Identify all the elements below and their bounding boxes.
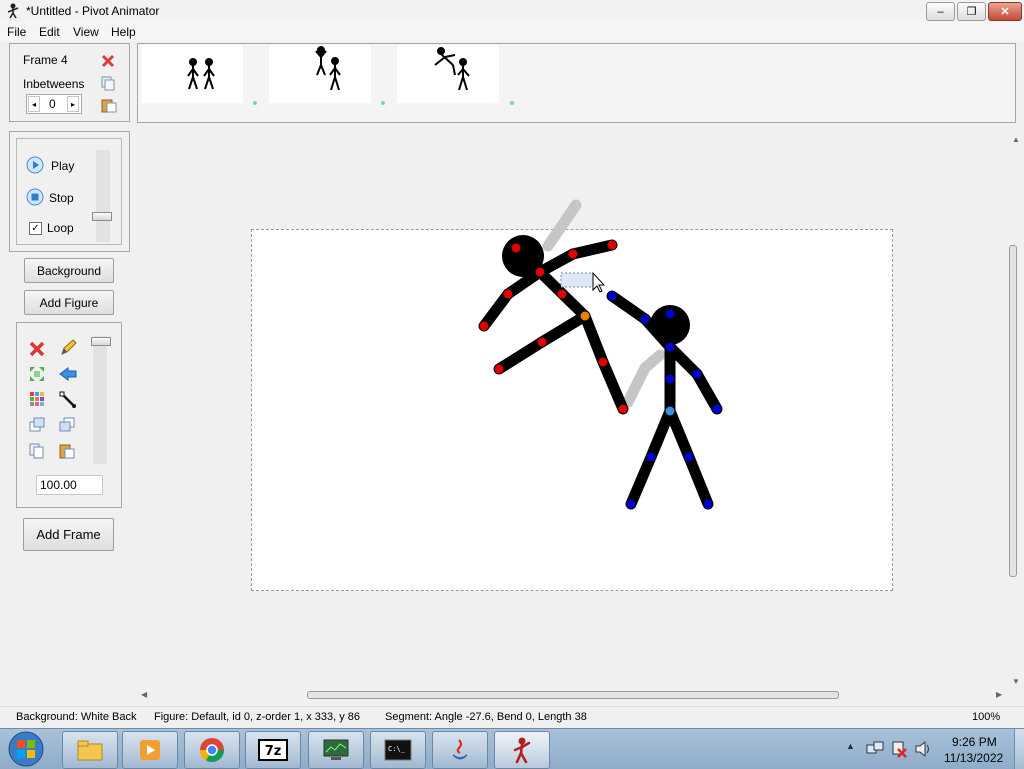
horizontal-scrollbar[interactable]: ◀ ▶ [137, 689, 1008, 704]
action-center-icon[interactable] [890, 740, 908, 758]
pivot-app-icon [513, 737, 531, 764]
clock-date[interactable]: 11/13/2022 [944, 751, 1003, 765]
joint-handle[interactable] [692, 369, 702, 379]
joint-handle[interactable] [557, 289, 567, 299]
center-joint-handle[interactable] [580, 311, 590, 321]
show-desktop-button[interactable] [1014, 729, 1024, 769]
scroll-left-icon[interactable]: ◀ [141, 690, 147, 699]
joint-handle[interactable] [503, 289, 513, 299]
7zip-icon: 7z [258, 739, 288, 761]
joint-handle[interactable] [479, 321, 489, 331]
monitor-icon [323, 739, 349, 760]
vertical-scroll-thumb[interactable] [1009, 245, 1017, 577]
stage-figures [478, 199, 723, 510]
joint-handle[interactable] [646, 452, 656, 462]
taskbar-7zip[interactable]: 7z [245, 731, 301, 769]
status-segment: Segment: Angle -27.6, Bend 0, Length 38 [385, 711, 587, 723]
media-player-icon [140, 740, 160, 760]
red-stick-figure[interactable] [478, 235, 629, 415]
joint-handle[interactable] [537, 337, 547, 347]
joint-handle[interactable] [598, 357, 608, 367]
scroll-up-icon[interactable]: ▲ [1012, 135, 1020, 144]
command-prompt-icon: C:\_ [384, 739, 412, 761]
taskbar: 7z C:\_ ▲ 9:26 PM 11/13/2022 [0, 728, 1024, 769]
svg-text:7z: 7z [265, 744, 282, 759]
joint-handle[interactable] [640, 314, 650, 324]
selection-rectangle [560, 272, 594, 288]
joint-handle[interactable] [703, 499, 713, 509]
folder-icon [77, 740, 103, 761]
taskbar-explorer[interactable] [62, 731, 118, 769]
joint-handle[interactable] [665, 342, 675, 352]
joint-handle[interactable] [568, 249, 578, 259]
clock-time[interactable]: 9:26 PM [952, 735, 997, 749]
taskbar-command-prompt[interactable]: C:\_ [370, 731, 426, 769]
show-hidden-icons[interactable]: ▲ [846, 741, 855, 751]
java-icon [453, 739, 467, 760]
joint-handle[interactable] [607, 240, 617, 250]
joint-handle[interactable] [712, 404, 722, 414]
joint-handle[interactable] [626, 499, 636, 509]
joint-handle[interactable] [494, 364, 504, 374]
network-icon[interactable] [866, 740, 884, 758]
joint-handle[interactable] [607, 291, 617, 301]
joint-handle[interactable] [684, 452, 694, 462]
taskbar-java[interactable] [432, 731, 488, 769]
mouse-cursor-icon [592, 271, 606, 293]
joint-handle[interactable] [535, 267, 545, 277]
taskbar-media-player[interactable] [122, 731, 178, 769]
taskbar-system-monitor[interactable] [308, 731, 364, 769]
joint-handle[interactable] [665, 309, 675, 319]
horizontal-scroll-thumb[interactable] [307, 691, 839, 699]
scroll-right-icon[interactable]: ▶ [996, 690, 1002, 699]
center-joint-handle[interactable] [665, 406, 675, 416]
status-zoom: 100% [972, 711, 1001, 723]
volume-icon[interactable] [914, 740, 932, 758]
start-button-icon[interactable] [6, 730, 46, 768]
joint-handle[interactable] [511, 243, 521, 253]
vertical-scrollbar[interactable]: ▲ ▼ [1008, 131, 1024, 689]
taskbar-pivot-animator[interactable] [494, 731, 550, 769]
joint-handle[interactable] [665, 374, 675, 384]
svg-text:C:\_: C:\_ [388, 745, 406, 753]
status-figure: Figure: Default, id 0, z-order 1, x 333,… [154, 711, 361, 723]
scroll-down-icon[interactable]: ▼ [1012, 677, 1020, 686]
status-bar: Background: White Back Figure: Default, … [0, 706, 1024, 729]
joint-handle[interactable] [618, 404, 628, 414]
status-background: Background: White Back [16, 711, 137, 723]
chrome-icon [200, 738, 224, 763]
taskbar-chrome[interactable] [184, 731, 240, 769]
